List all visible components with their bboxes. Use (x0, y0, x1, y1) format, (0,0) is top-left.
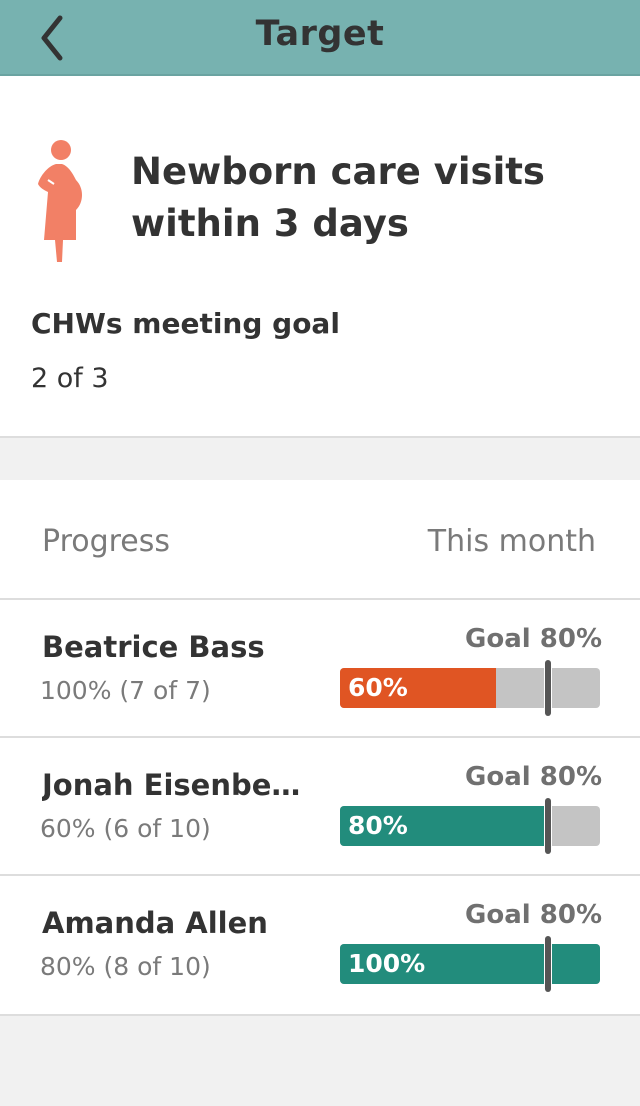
progress-bar: 60% (340, 668, 600, 708)
goal-marker (544, 798, 552, 854)
pregnant-woman-icon (38, 140, 82, 262)
chw-summary: 100% (7 of 7) (40, 676, 211, 705)
list-header: Progress This month (0, 480, 640, 600)
app-header: Target (0, 0, 640, 76)
progress-list-card: Progress This month Beatrice Bass 100% (… (0, 480, 640, 1016)
progress-label: Progress (42, 524, 171, 559)
progress-bar-label: 60% (348, 673, 408, 702)
goal-text: Goal 80% (465, 624, 602, 654)
goal-marker (544, 936, 552, 992)
list-item[interactable]: Beatrice Bass 100% (7 of 7) Goal 80% 60% (0, 600, 640, 738)
chw-summary: 80% (8 of 10) (40, 952, 211, 981)
goal-text: Goal 80% (465, 900, 602, 930)
target-title: Newborn care visits within 3 days (131, 150, 545, 245)
chw-name: Beatrice Bass (42, 630, 265, 664)
progress-bar: 100% (340, 944, 600, 984)
goal-label: CHWs meeting goal (31, 307, 340, 340)
list-item[interactable]: Jonah Eisenbe… 60% (6 of 10) Goal 80% 80… (0, 738, 640, 876)
page-title: Target (255, 14, 385, 54)
progress-bar-label: 100% (348, 949, 426, 978)
progress-bar: 80% (340, 806, 600, 846)
progress-bar-label: 80% (348, 811, 408, 840)
target-summary-card: Newborn care visits within 3 days CHWs m… (0, 76, 640, 438)
goal-marker (544, 660, 552, 716)
chw-summary: 60% (6 of 10) (40, 814, 211, 843)
chw-name: Amanda Allen (42, 906, 268, 940)
chw-name: Jonah Eisenbe… (42, 768, 301, 802)
goal-text: Goal 80% (465, 762, 602, 792)
list-item[interactable]: Amanda Allen 80% (8 of 10) Goal 80% 100% (0, 876, 640, 1012)
goal-value: 2 of 3 (31, 363, 109, 394)
period-label: This month (427, 524, 596, 559)
